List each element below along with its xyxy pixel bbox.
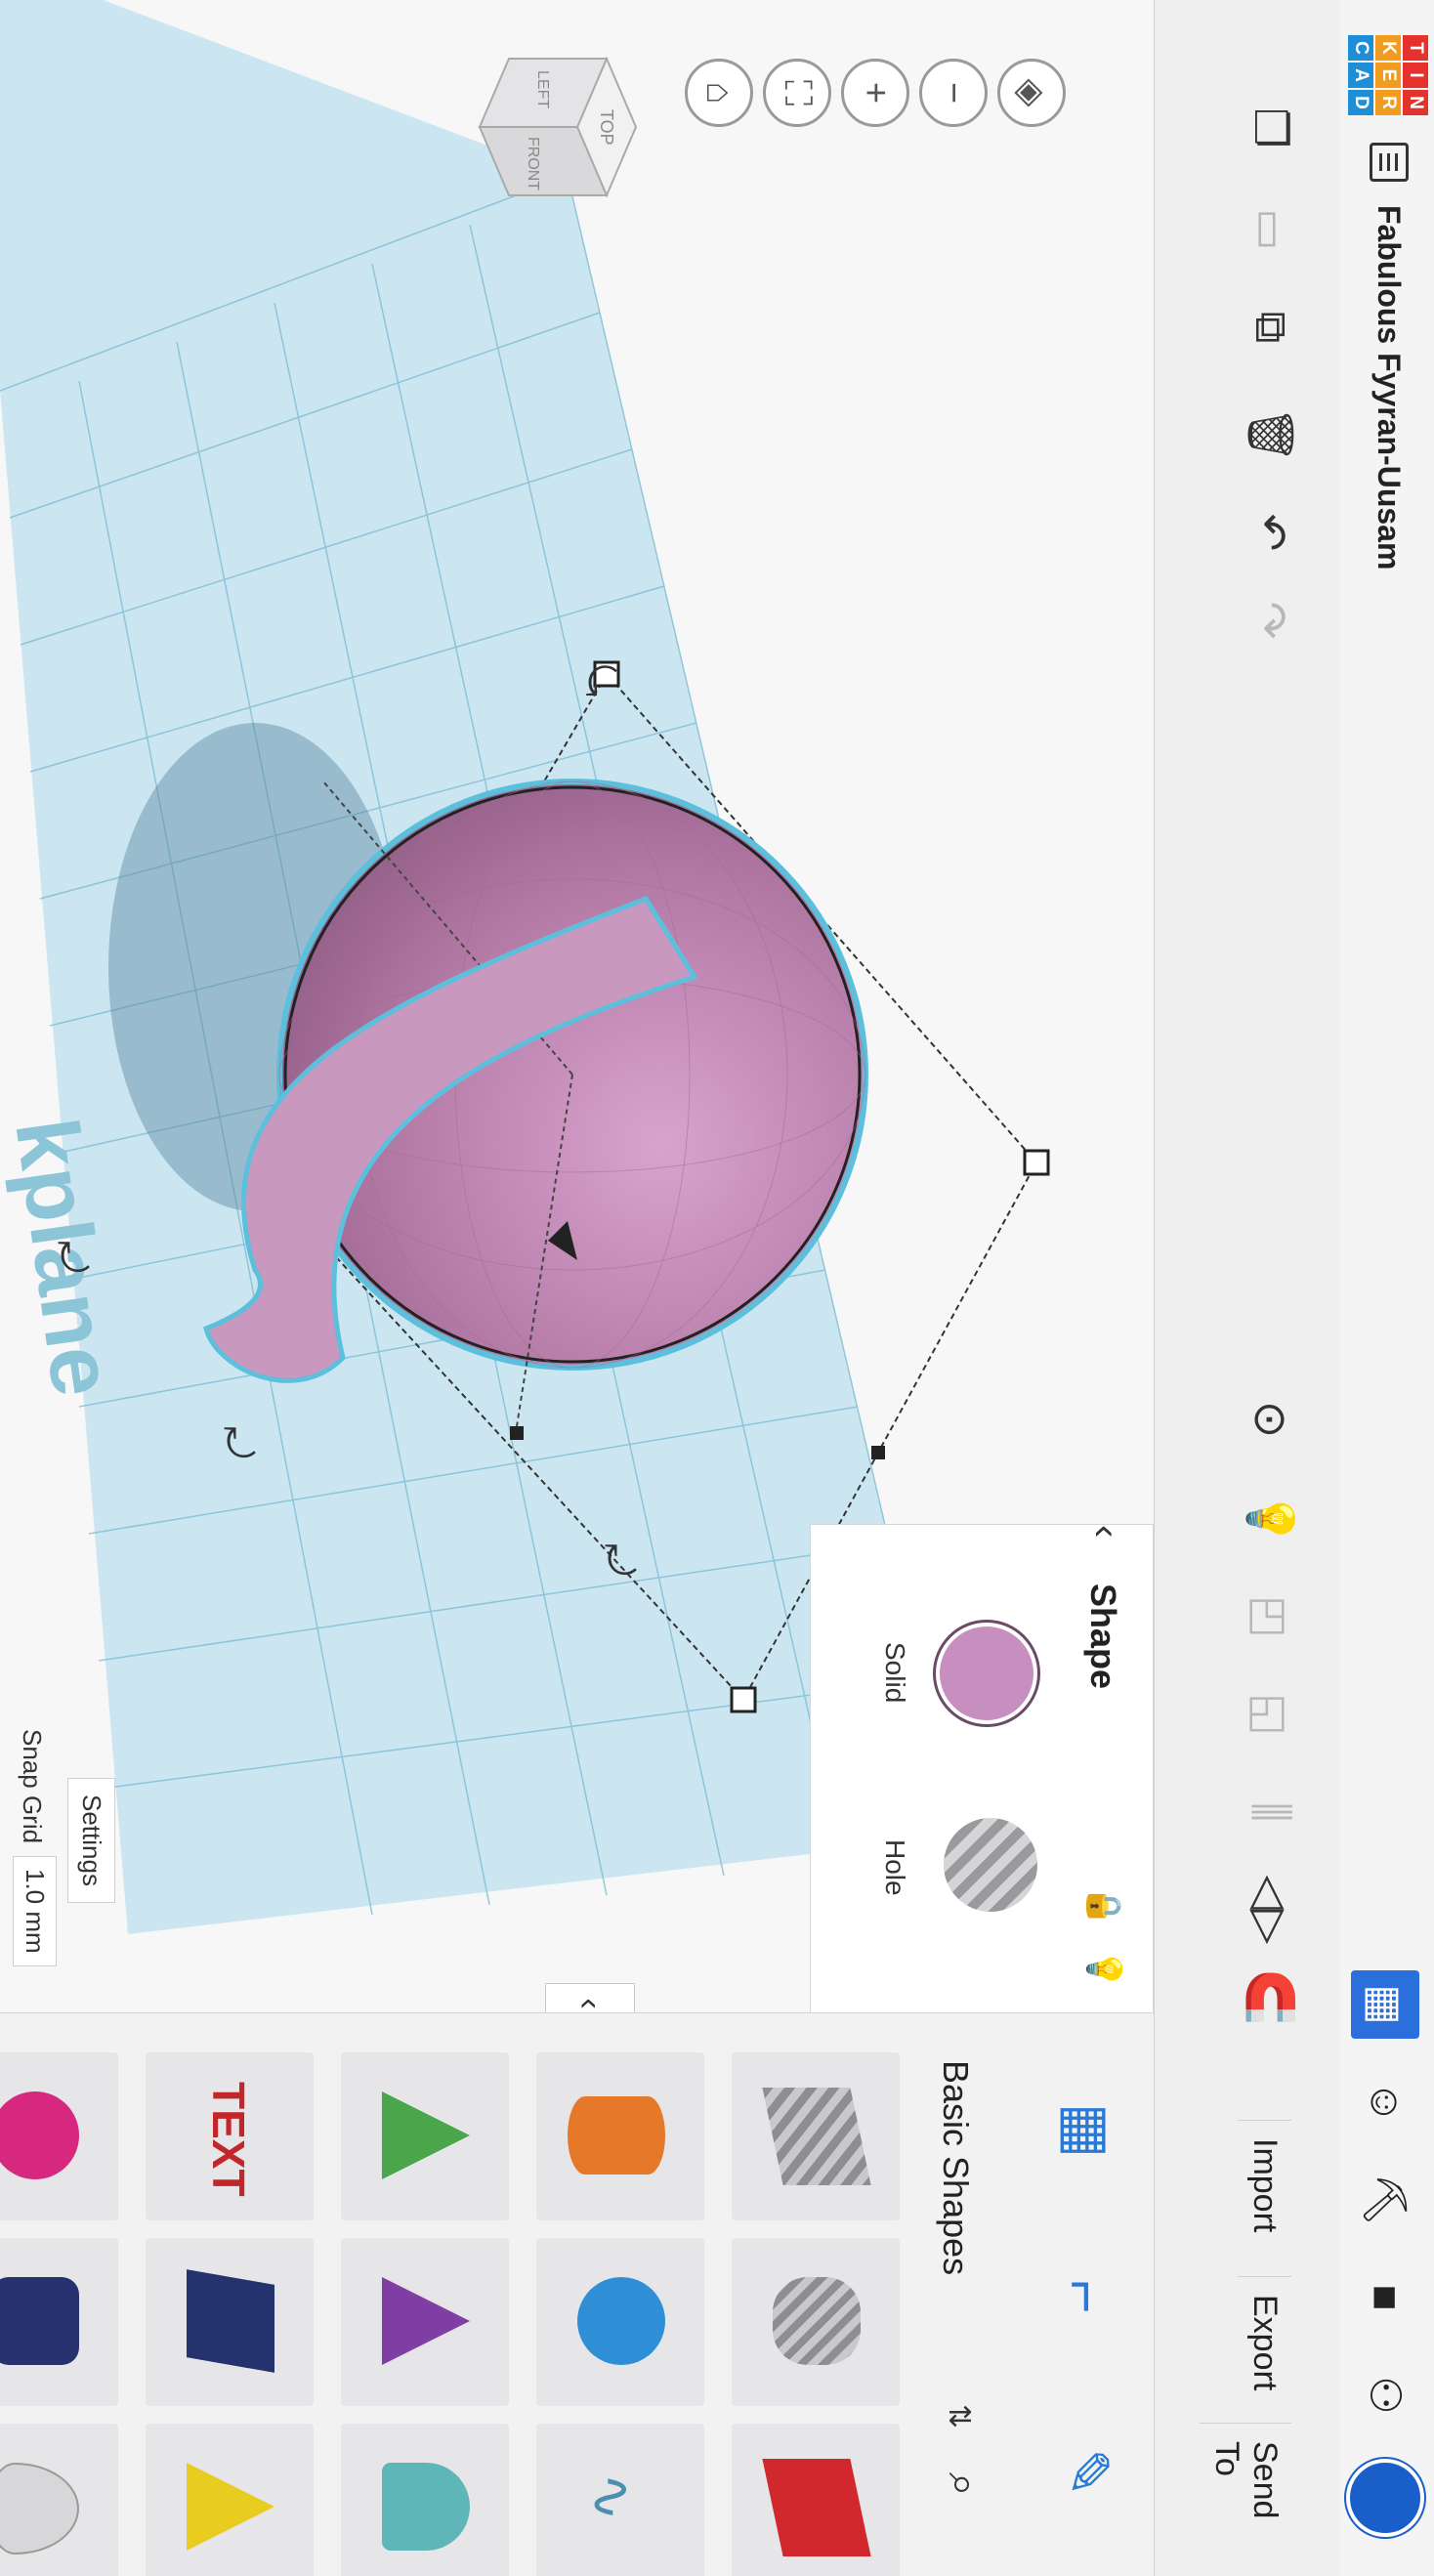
grid-view-icon[interactable]: ▦ bbox=[1351, 1970, 1419, 2039]
snap-grid-select[interactable]: 1.0 mm bbox=[13, 1856, 57, 1966]
shape-panel-title: Shape bbox=[1083, 1584, 1123, 1690]
delete-icon[interactable]: 🗑 bbox=[1237, 401, 1305, 469]
lock-icon[interactable]: 🔒 bbox=[1084, 1885, 1123, 1926]
logo-letter: C bbox=[1348, 35, 1373, 61]
shape-tile-round-roof[interactable] bbox=[341, 2424, 509, 2576]
search-icon[interactable]: ⌕ bbox=[939, 2472, 988, 2497]
avatar[interactable] bbox=[1346, 2459, 1424, 2537]
view-cube[interactable]: TOP FRONT LEFT bbox=[478, 56, 638, 198]
top-bar: T I N K E R C A D Fabulous Fyyran-Uusam … bbox=[1339, 0, 1434, 2576]
paste-icon[interactable]: ▭ bbox=[1237, 195, 1305, 264]
lightbulb-icon[interactable]: 💡 bbox=[1237, 1485, 1305, 1553]
logo-letter: R bbox=[1375, 90, 1401, 115]
add-user-icon[interactable]: ⚇ bbox=[1351, 2361, 1419, 2429]
ruler-icon[interactable]: ⌐ bbox=[1038, 2248, 1136, 2345]
group-icon[interactable]: ◰ bbox=[1237, 1583, 1305, 1651]
collapse-chevron-icon[interactable]: ‹ bbox=[1083, 1525, 1127, 1538]
solid-swatch[interactable] bbox=[936, 1623, 1037, 1724]
shape-tile-half-sphere[interactable] bbox=[0, 2052, 118, 2220]
mirror-icon[interactable]: ◁▷ bbox=[1237, 1876, 1305, 1945]
shape-tile-sphere[interactable] bbox=[536, 2238, 704, 2406]
note-icon[interactable]: ⊙ bbox=[1237, 1385, 1305, 1454]
logo-letter: E bbox=[1375, 63, 1401, 88]
tinkercad-logo[interactable]: T I N K E R C A D bbox=[1348, 35, 1428, 115]
shape-tile-cone[interactable] bbox=[341, 2238, 509, 2406]
shape-tile-box[interactable] bbox=[732, 2424, 900, 2576]
zoom-in-icon[interactable]: + bbox=[841, 59, 909, 127]
shape-tile-scribble[interactable]: ∿ bbox=[536, 2424, 704, 2576]
workplane-tool-icon[interactable]: ▦ bbox=[1038, 2082, 1136, 2179]
export-button[interactable]: Export bbox=[1238, 2276, 1291, 2409]
logo-letter: I bbox=[1403, 63, 1428, 88]
cube-face-front: FRONT bbox=[525, 137, 541, 190]
shape-tile-cylinder[interactable] bbox=[536, 2052, 704, 2220]
solid-label: Solid bbox=[880, 1642, 910, 1704]
build-icon[interactable]: ⛏ bbox=[1351, 2166, 1419, 2234]
logo-letter: A bbox=[1348, 63, 1373, 88]
shapes-panel: ▦ ⌐ ✎ Basic Shapes ⇅ ⌕ ∿ TEXT bbox=[0, 2012, 1154, 2576]
shape-tile-box-hole[interactable] bbox=[732, 2052, 900, 2220]
align-icon[interactable]: ⫼ bbox=[1237, 1778, 1305, 1846]
shape-inspector: ‹ Shape 🔒 💡 Solid Hole bbox=[810, 1524, 1154, 2014]
rotate-arrow-icon[interactable]: ⤾ bbox=[598, 1543, 641, 1576]
perspective-icon[interactable]: ◈ bbox=[997, 59, 1066, 127]
rotate-arrow-icon[interactable]: ⤾ bbox=[217, 1426, 260, 1458]
edit-toolbar: ❐ ▭ ⧉ 🗑 ↶ ↷ ⊙ 💡 ◰ ◱ ⫼ ◁▷ 🧲 Import Export… bbox=[1154, 0, 1340, 2576]
shape-tile-cylinder-hole[interactable] bbox=[732, 2238, 900, 2406]
notes-icon[interactable]: ✎ bbox=[1038, 2424, 1136, 2521]
category-toggle-icon[interactable]: ⇅ bbox=[942, 2404, 976, 2428]
send-to-button[interactable]: Send To bbox=[1200, 2423, 1291, 2576]
rotate-arrow-icon[interactable]: ⤿ bbox=[578, 664, 621, 697]
copy-icon[interactable]: ❐ bbox=[1237, 94, 1305, 162]
shape-panel-tools: 🔒 💡 bbox=[1084, 1885, 1123, 1990]
magnet-icon[interactable]: 🧲 bbox=[1237, 1964, 1305, 2032]
snap-grid-label: Snap Grid bbox=[18, 1729, 47, 1844]
visibility-icon[interactable]: 💡 bbox=[1084, 1949, 1123, 1990]
cube-face-top: TOP bbox=[597, 109, 616, 146]
duplicate-icon[interactable]: ⧉ bbox=[1237, 293, 1305, 361]
logo-letter: K bbox=[1375, 35, 1401, 61]
logo-letter: N bbox=[1403, 90, 1428, 115]
shape-tile-wedge[interactable] bbox=[146, 2238, 314, 2406]
rotate-arrow-icon[interactable]: ⤾ bbox=[51, 1241, 94, 1273]
logo-letter: D bbox=[1348, 90, 1373, 115]
logo-letter: T bbox=[1403, 35, 1428, 61]
home-view-icon[interactable]: ⌂ bbox=[685, 59, 753, 127]
category-select[interactable]: Basic Shapes bbox=[935, 2060, 976, 2275]
hole-swatch[interactable] bbox=[944, 1818, 1037, 1912]
undo-icon[interactable]: ↶ bbox=[1237, 498, 1305, 567]
hole-label: Hole bbox=[880, 1839, 910, 1896]
design-list-icon[interactable] bbox=[1370, 143, 1409, 182]
shape-tile-polygon[interactable] bbox=[0, 2238, 118, 2406]
design-title[interactable]: Fabulous Fyyran-Uusam bbox=[1371, 205, 1407, 570]
shape-tile-roof[interactable] bbox=[341, 2052, 509, 2220]
shape-tile-text[interactable]: TEXT bbox=[146, 2052, 314, 2220]
shape-tile-pyramid[interactable] bbox=[146, 2424, 314, 2576]
shape-tile-paraboloid[interactable] bbox=[0, 2424, 118, 2576]
settings-button[interactable]: Settings bbox=[67, 1778, 115, 1903]
tinkerers-icon[interactable]: ☺ bbox=[1351, 2068, 1419, 2136]
zoom-out-icon[interactable]: − bbox=[919, 59, 988, 127]
ungroup-icon[interactable]: ◱ bbox=[1237, 1680, 1305, 1749]
fit-view-icon[interactable]: ⛶ bbox=[763, 59, 831, 127]
tinkercad-app: T I N K E R C A D Fabulous Fyyran-Uusam … bbox=[0, 0, 1434, 2576]
import-button[interactable]: Import bbox=[1238, 2120, 1291, 2251]
redo-icon[interactable]: ↷ bbox=[1237, 586, 1305, 655]
cube-face-left: LEFT bbox=[534, 70, 551, 108]
briefcase-icon[interactable]: ■ bbox=[1351, 2263, 1419, 2332]
top-right-controls: ▦ ☺ ⛏ ■ ⚇ bbox=[1346, 1970, 1424, 2537]
